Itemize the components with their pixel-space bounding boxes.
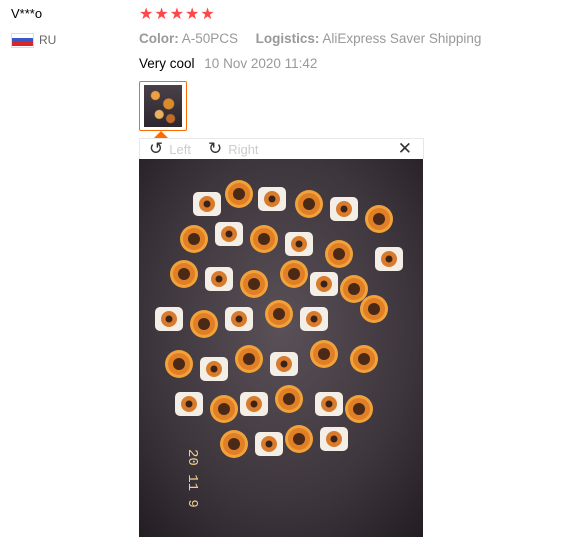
star-icon: ★ (139, 6, 154, 23)
logistics-label: Logistics: (255, 31, 320, 46)
star-rating: ★ ★ ★ ★ ★ (139, 6, 216, 24)
color-value: A-50PCS (181, 31, 239, 46)
thumbnail-pointer (154, 131, 168, 138)
rotate-right-button[interactable]: ↻ Right (208, 140, 259, 158)
thumbnail-image (144, 85, 182, 127)
rotate-left-label: Left (169, 141, 191, 157)
rotate-left-button[interactable]: ↺ Left (149, 140, 191, 158)
review-photo-large: 20 11 9 (139, 159, 423, 537)
review-date: 10 Nov 2020 11:42 (204, 56, 318, 71)
reviewer-name: V***o (11, 6, 43, 21)
review-feedback: Very cool 10 Nov 2020 11:42 (139, 56, 317, 71)
country-code: RU (39, 33, 57, 47)
color-label: Color: (139, 31, 179, 46)
reviewer-country: RU (12, 33, 56, 47)
image-viewer-toolbar: ↺ Left ↻ Right ✕ (139, 138, 424, 159)
star-icon: ★ (154, 6, 169, 23)
russia-flag-icon (12, 33, 33, 47)
review-text: Very cool (139, 56, 195, 71)
review-photo-thumbnail[interactable] (139, 81, 187, 131)
close-icon[interactable]: ✕ (398, 140, 412, 158)
sticker-photo-image: 20 11 9 (139, 159, 423, 537)
rotate-right-icon: ↻ (207, 139, 223, 158)
photo-date-stamp: 20 11 9 (184, 449, 200, 508)
star-icon: ★ (185, 6, 200, 23)
rotate-right-label: Right (228, 141, 259, 157)
logistics-value: AliExpress Saver Shipping (322, 31, 482, 46)
rotate-left-icon: ↺ (149, 139, 164, 158)
star-icon: ★ (169, 6, 185, 23)
product-attributes: Color: A-50PCS Logistics: AliExpress Sav… (139, 31, 481, 46)
star-icon: ★ (200, 6, 215, 23)
